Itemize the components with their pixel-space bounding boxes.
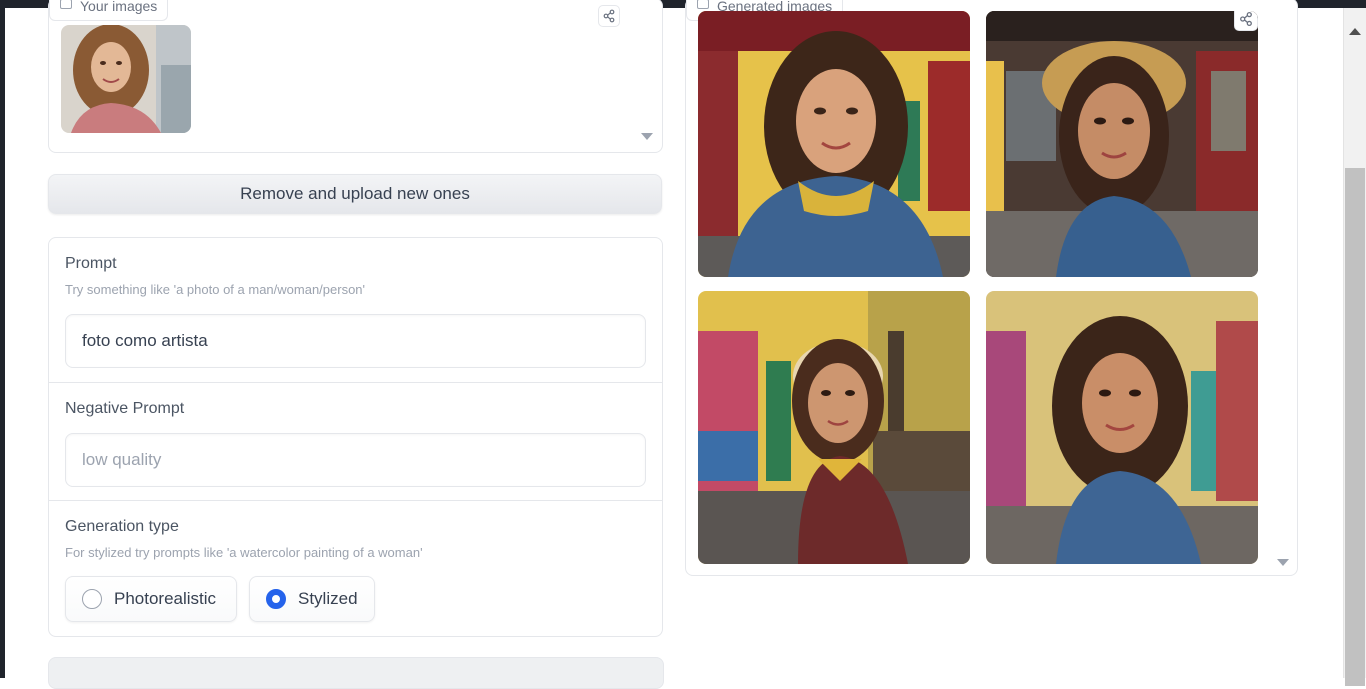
scroll-up-icon[interactable] (1349, 28, 1361, 35)
settings-form: Prompt Try something like 'a photo of a … (48, 237, 663, 637)
divider (49, 500, 662, 501)
generated-image-4[interactable] (986, 291, 1258, 564)
radio-photorealistic[interactable]: Photorealistic (65, 576, 237, 622)
prompt-label: Prompt (65, 255, 117, 272)
page-scrollbar[interactable] (1343, 8, 1366, 686)
gallery-scroll-down-icon[interactable] (1277, 559, 1289, 566)
negative-prompt-label: Negative Prompt (65, 400, 185, 417)
radio-stylized[interactable]: Stylized (249, 576, 375, 622)
gallery-share-button[interactable] (1234, 11, 1258, 31)
share-icon (603, 9, 615, 23)
divider (49, 382, 662, 383)
your-images-label: Your images (49, 0, 169, 21)
generated-images-panel: Generated images (685, 0, 1298, 576)
generated-image-3[interactable] (698, 291, 970, 564)
share-icon (1240, 11, 1252, 27)
scrollbar-thumb[interactable] (1345, 168, 1365, 686)
remove-and-upload-button[interactable]: Remove and upload new ones (48, 174, 662, 214)
prompt-info: Try something like 'a photo of a man/wom… (65, 282, 366, 297)
generation-type-info: For stylized try prompts like 'a waterco… (65, 545, 423, 560)
radio-unchecked-icon (82, 589, 102, 609)
radio-checked-icon (266, 589, 286, 609)
image-icon (697, 0, 709, 9)
scroll-down-icon[interactable] (641, 133, 653, 140)
uploaded-image-thumbnail[interactable] (61, 25, 191, 133)
generation-type-label: Generation type (65, 518, 179, 535)
negative-prompt-input[interactable]: low quality (65, 433, 646, 487)
next-section-strip (48, 657, 664, 689)
prompt-input[interactable]: foto como artista (65, 314, 646, 368)
generated-image-1[interactable] (698, 11, 970, 277)
share-button[interactable] (598, 5, 620, 27)
image-icon (60, 0, 72, 9)
window-left-edge (0, 8, 5, 678)
generated-image-2[interactable] (986, 11, 1258, 277)
your-images-panel: Your images (48, 0, 663, 153)
